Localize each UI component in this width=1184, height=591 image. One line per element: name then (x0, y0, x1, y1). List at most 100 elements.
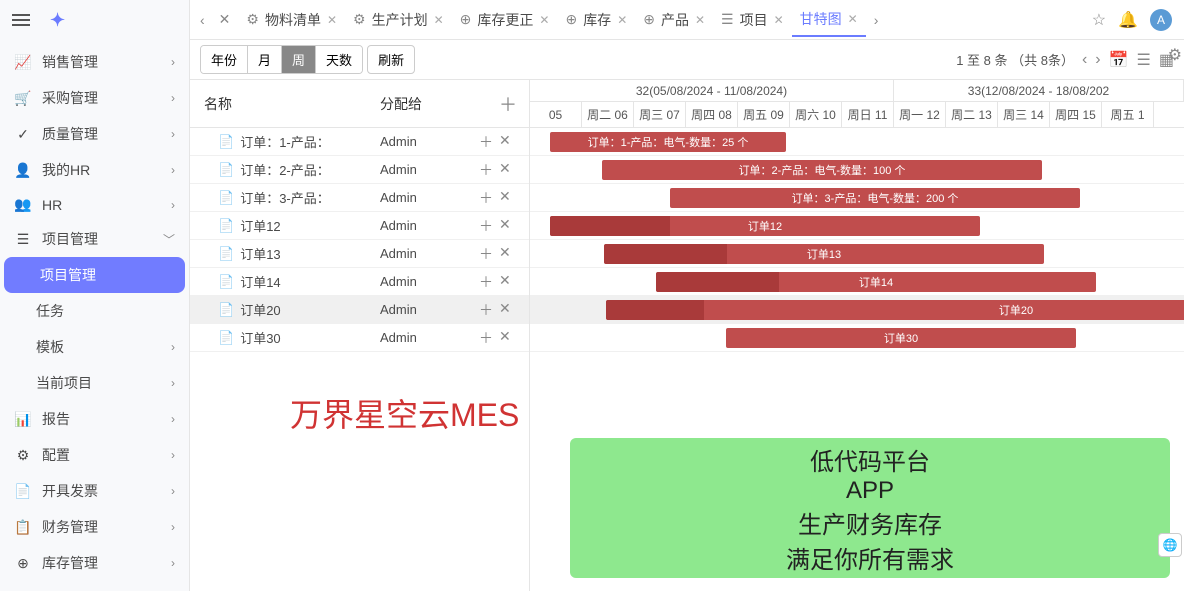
sidebar-item[interactable]: 📄开具发票› (0, 473, 189, 509)
menu-label: 质量管理 (42, 124, 171, 144)
sidebar-item[interactable]: 👥HR› (0, 188, 189, 221)
star-icon[interactable]: ☆ (1092, 10, 1106, 30)
close-icon[interactable]: ✕ (848, 12, 858, 26)
tab[interactable]: 甘特图✕ (792, 3, 866, 37)
gantt-bar[interactable]: 订单14 (656, 272, 1096, 292)
chevron-right-icon: › (171, 556, 175, 570)
list-view-icon[interactable]: ☰ (1137, 50, 1151, 70)
task-row[interactable]: 📄订单30Admin＋✕ (190, 324, 529, 352)
add-icon[interactable]: ＋ (479, 300, 493, 320)
sidebar-item[interactable]: ☰项目管理﹀ (0, 221, 189, 257)
timeline-row: 订单13 (530, 240, 1184, 268)
remove-icon[interactable]: ✕ (499, 216, 511, 236)
refresh-button[interactable]: 刷新 (367, 45, 415, 74)
gantt-bar[interactable]: 订单20 (606, 300, 1184, 320)
gantt-bar[interactable]: 订单13 (604, 244, 1044, 264)
add-icon[interactable]: ＋ (479, 328, 493, 348)
remove-icon[interactable]: ✕ (499, 160, 511, 180)
settings-icon[interactable]: ⚙ (1168, 45, 1182, 65)
range-button[interactable]: 周 (282, 46, 316, 73)
main: ‹ ✕ ⚙物料清单✕⚙生产计划✕⊕库存更正✕⊕库存✕⊕产品✕☰项目✕甘特图✕ ›… (190, 0, 1184, 591)
add-icon[interactable]: ＋ (479, 188, 493, 208)
sidebar-item[interactable]: ⚙生产管理› (0, 581, 189, 591)
close-icon[interactable]: ✕ (695, 13, 705, 27)
sidebar-item[interactable]: 任务 (0, 293, 189, 329)
close-icon[interactable]: ✕ (774, 13, 784, 27)
sidebar-item[interactable]: 项目管理 (4, 257, 185, 293)
avatar[interactable]: A (1150, 9, 1172, 31)
remove-icon[interactable]: ✕ (499, 300, 511, 320)
range-button[interactable]: 月 (248, 46, 282, 73)
add-icon[interactable]: ＋ (479, 160, 493, 180)
task-row[interactable]: 📄订单14Admin＋✕ (190, 268, 529, 296)
chevron-right-icon: › (171, 127, 175, 141)
tab-next-icon[interactable]: › (868, 8, 885, 32)
tab-prev-icon[interactable]: ‹ (194, 8, 211, 32)
sidebar-item[interactable]: 📈销售管理› (0, 44, 189, 80)
close-icon[interactable]: ✕ (617, 13, 627, 27)
remove-icon[interactable]: ✕ (499, 244, 511, 264)
chevron-down-icon: ﹀ (163, 231, 175, 248)
task-row[interactable]: 📄订单：3-产品：Admin＋✕ (190, 184, 529, 212)
remove-icon[interactable]: ✕ (499, 272, 511, 292)
close-icon[interactable]: ✕ (434, 13, 444, 27)
sidebar-item[interactable]: ⚙配置› (0, 437, 189, 473)
timeline-row: 订单14 (530, 268, 1184, 296)
tab[interactable]: ⊕产品✕ (635, 3, 713, 37)
task-row[interactable]: 📄订单13Admin＋✕ (190, 240, 529, 268)
tab[interactable]: ⊕库存✕ (557, 3, 635, 37)
add-task-icon[interactable]: ＋ (499, 91, 529, 117)
task-row[interactable]: 📄订单：2-产品：Admin＋✕ (190, 156, 529, 184)
add-icon[interactable]: ＋ (479, 272, 493, 292)
bar-label: 订单：2-产品：电气-数量：100 个 (731, 162, 914, 178)
sidebar-item[interactable]: ✓质量管理› (0, 116, 189, 152)
float-widget-icon[interactable]: 🌐 (1158, 533, 1182, 557)
range-button[interactable]: 天数 (316, 46, 362, 73)
task-name: 📄订单13 (190, 244, 370, 263)
day-header: 周四 15 (1050, 102, 1102, 128)
remove-icon[interactable]: ✕ (499, 188, 511, 208)
sidebar-item[interactable]: 🛒采购管理› (0, 80, 189, 116)
task-row[interactable]: 📄订单20Admin＋✕ (190, 296, 529, 324)
calendar-icon[interactable]: 📅 (1109, 50, 1129, 70)
chevron-right-icon: › (171, 520, 175, 534)
day-header: 05 (530, 102, 582, 128)
sidebar-item[interactable]: ⊕库存管理› (0, 545, 189, 581)
task-row[interactable]: 📄订单12Admin＋✕ (190, 212, 529, 240)
tab[interactable]: ⊕库存更正✕ (452, 3, 558, 37)
gantt-bar[interactable]: 订单：2-产品：电气-数量：100 个 (602, 160, 1042, 180)
sidebar-item[interactable]: 当前项目› (0, 365, 189, 401)
remove-icon[interactable]: ✕ (499, 328, 511, 348)
remove-icon[interactable]: ✕ (499, 132, 511, 152)
add-icon[interactable]: ＋ (479, 216, 493, 236)
menu-toggle-icon[interactable] (12, 11, 30, 29)
progress-fill (606, 300, 704, 320)
range-button[interactable]: 年份 (201, 46, 248, 73)
pager-next-icon[interactable]: › (1095, 51, 1100, 69)
tab-close-all-icon[interactable]: ✕ (213, 7, 237, 32)
gantt-bar[interactable]: 订单：1-产品：电气-数量：25 个 (550, 132, 786, 152)
menu-label: 开具发票 (42, 481, 171, 501)
sidebar-item[interactable]: 📊报告› (0, 401, 189, 437)
tab[interactable]: ☰项目✕ (713, 3, 792, 37)
bell-icon[interactable]: 🔔 (1118, 10, 1138, 30)
close-icon[interactable]: ✕ (539, 13, 549, 27)
task-row[interactable]: 📄订单：1-产品：Admin＋✕ (190, 128, 529, 156)
close-icon[interactable]: ✕ (327, 13, 337, 27)
gantt-bar[interactable]: 订单12 (550, 216, 980, 236)
sidebar-item[interactable]: 模板› (0, 329, 189, 365)
tab[interactable]: ⚙物料清单✕ (238, 3, 345, 37)
chevron-right-icon: › (171, 412, 175, 426)
menu-icon: 👤 (14, 162, 32, 179)
sidebar-item[interactable]: 📋财务管理› (0, 509, 189, 545)
gantt-bar[interactable]: 订单：3-产品：电气-数量：200 个 (670, 188, 1080, 208)
add-icon[interactable]: ＋ (479, 132, 493, 152)
chevron-right-icon: › (171, 376, 175, 390)
gantt-bar[interactable]: 订单30 (726, 328, 1076, 348)
pager-prev-icon[interactable]: ‹ (1082, 51, 1087, 69)
tab[interactable]: ⚙生产计划✕ (345, 3, 452, 37)
doc-icon: 📄 (218, 190, 234, 206)
sidebar-item[interactable]: 👤我的HR› (0, 152, 189, 188)
menu-label: 报告 (42, 409, 171, 429)
add-icon[interactable]: ＋ (479, 244, 493, 264)
